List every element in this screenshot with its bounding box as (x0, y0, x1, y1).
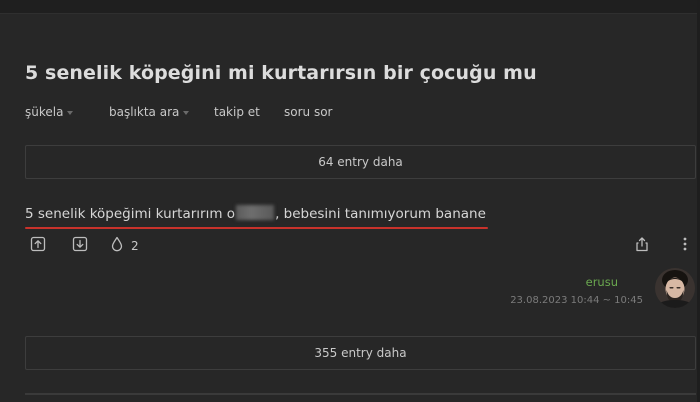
arrow-down-box-icon (72, 236, 88, 252)
avatar-image (655, 268, 695, 308)
upvote-button[interactable] (30, 236, 46, 256)
downvote-button[interactable] (72, 236, 88, 256)
sort-sukela-dropdown[interactable]: şükela (25, 105, 74, 119)
entry-author-link[interactable]: erusu (586, 275, 618, 289)
top-bar (0, 0, 700, 14)
search-in-topic-dropdown[interactable]: başlıkta ara (109, 105, 190, 119)
entry-content: 5 senelik köpeğimi kurtarırım o , bebesin… (25, 205, 486, 227)
entry-text-start: 5 senelik köpeğimi kurtarırım o (25, 206, 236, 222)
ellipsis-icon (683, 237, 687, 251)
more-entries-bottom-label: 355 entry daha (314, 346, 407, 360)
caret-down-icon (183, 110, 190, 115)
share-icon (636, 237, 648, 252)
censored-word-blur (236, 205, 275, 220)
favorite-button[interactable] (110, 236, 124, 256)
more-entries-bottom-button[interactable]: 355 entry daha (25, 336, 696, 370)
entry-text-end: , bebesini tanımıyorum banane (275, 206, 486, 222)
entry-date-link[interactable]: 23.08.2023 10:44 ~ 10:45 (510, 295, 643, 306)
more-entries-top-button[interactable]: 64 entry daha (25, 145, 696, 179)
author-avatar[interactable] (655, 268, 695, 308)
arrow-up-box-icon (30, 236, 46, 252)
topic-title[interactable]: 5 senelik köpeğini mi kurtarırsın bir ço… (25, 62, 537, 84)
more-options-button[interactable] (680, 236, 690, 256)
more-entries-top-label: 64 entry daha (318, 155, 403, 169)
next-entry-divider (25, 393, 696, 395)
share-button[interactable] (634, 236, 650, 256)
ask-question-link[interactable]: soru sor (284, 105, 332, 119)
caret-down-icon (67, 110, 74, 115)
follow-link[interactable]: takip et (214, 105, 260, 119)
favorite-count[interactable]: 2 (131, 239, 139, 253)
sort-label: şükela (25, 105, 64, 119)
search-in-topic-label: başlıkta ara (109, 105, 180, 119)
drop-icon (111, 236, 123, 252)
highlight-underline (25, 227, 488, 229)
